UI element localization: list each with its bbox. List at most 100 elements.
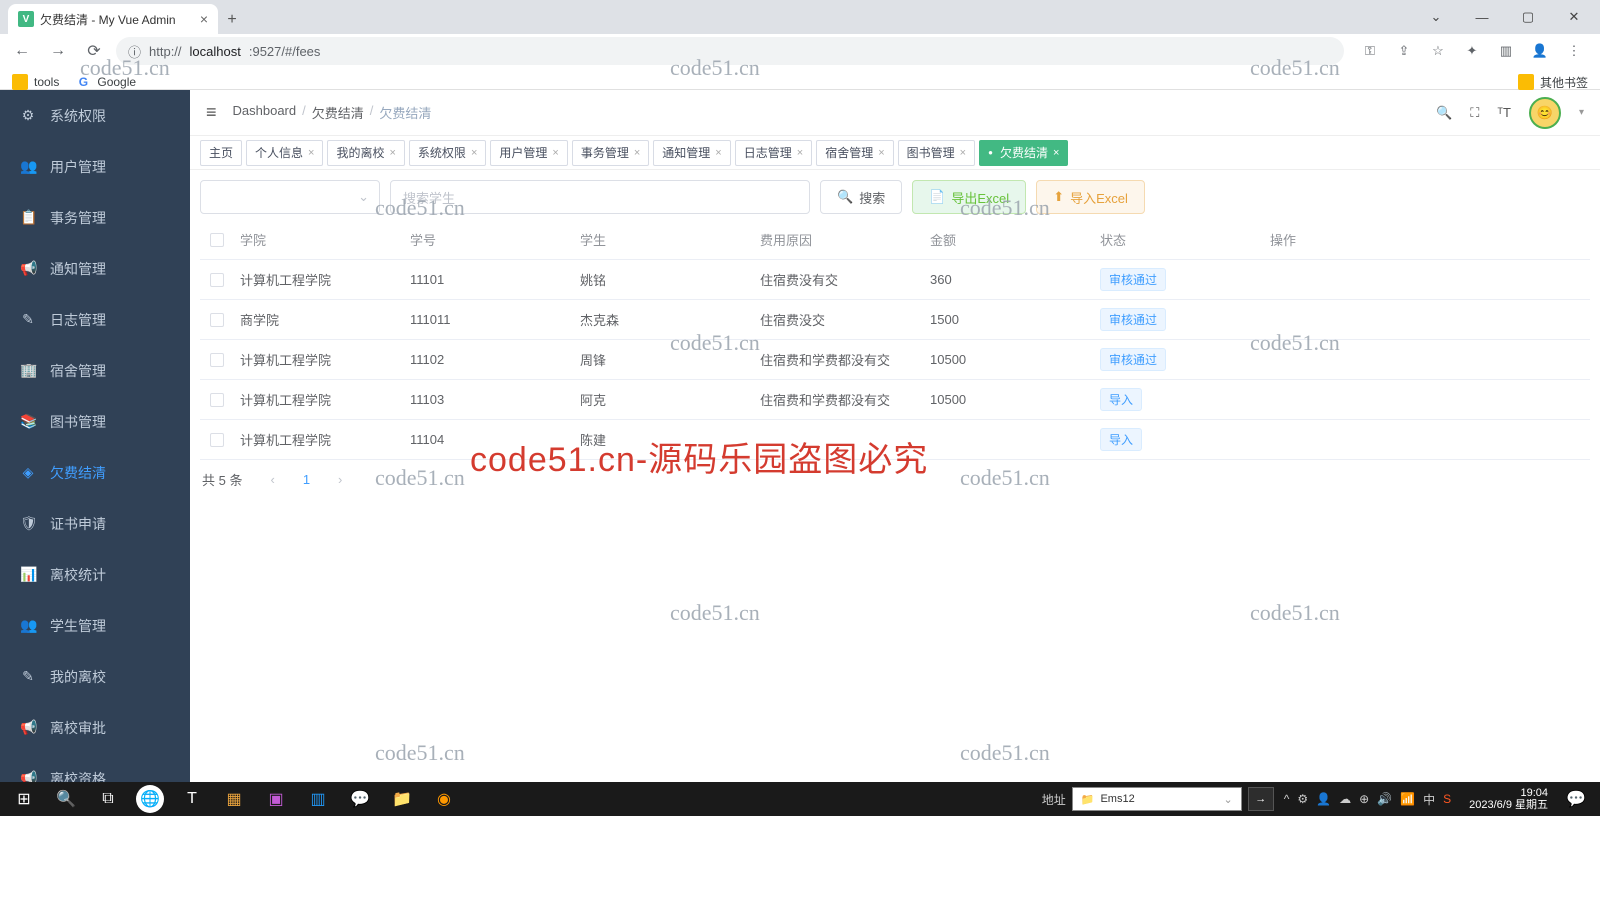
search-button[interactable]: 🔍搜索 <box>820 180 902 214</box>
hamburger-icon[interactable]: ≡ <box>206 102 217 123</box>
close-icon[interactable]: × <box>1053 147 1059 159</box>
minimize-icon[interactable]: — <box>1460 0 1504 34</box>
tray-icon[interactable]: ⚙ <box>1297 792 1308 806</box>
status-badge[interactable]: 审核通过 <box>1100 268 1166 291</box>
close-icon[interactable]: × <box>308 147 314 159</box>
taskbar-search-input[interactable]: 📁 Ems12⌄ <box>1072 787 1242 811</box>
close-icon[interactable]: × <box>552 147 558 159</box>
select-all-checkbox[interactable] <box>210 233 224 247</box>
bookmark-tools[interactable]: tools <box>12 74 59 90</box>
explorer-icon[interactable]: 📁 <box>382 782 422 816</box>
row-checkbox[interactable] <box>210 393 224 407</box>
row-checkbox[interactable] <box>210 313 224 327</box>
back-icon[interactable]: ← <box>8 37 36 65</box>
row-checkbox[interactable] <box>210 273 224 287</box>
app-icon[interactable]: ▥ <box>298 782 338 816</box>
search-icon[interactable]: 🔍 <box>46 782 86 816</box>
taskbar-go-button[interactable]: → <box>1248 787 1274 811</box>
search-input[interactable]: 搜索学生 <box>390 180 810 214</box>
status-badge[interactable]: 审核通过 <box>1100 348 1166 371</box>
bookmark-other[interactable]: 其他书签 <box>1518 74 1588 91</box>
share-icon[interactable]: ⇪ <box>1392 43 1416 59</box>
clock[interactable]: 19:04 2023/6/9 星期五 <box>1461 787 1556 811</box>
sidebar-item[interactable]: 👥学生管理 <box>0 600 190 651</box>
row-checkbox[interactable] <box>210 353 224 367</box>
sidebar-item[interactable]: 🛡证书申请 <box>0 498 190 549</box>
star-icon[interactable]: ☆ <box>1426 43 1450 59</box>
row-checkbox[interactable] <box>210 433 224 447</box>
crumb-mid[interactable]: 欠费结清 <box>312 103 364 122</box>
view-tab[interactable]: 欠费结清× <box>979 140 1068 166</box>
close-icon[interactable]: × <box>960 147 966 159</box>
college-select[interactable]: ⌄ <box>200 180 380 214</box>
reading-list-icon[interactable]: ▥ <box>1494 43 1518 59</box>
close-icon[interactable]: × <box>471 147 477 159</box>
bookmark-google[interactable]: GGoogle <box>75 74 136 90</box>
wifi-icon[interactable]: 📶 <box>1400 792 1415 806</box>
view-tab[interactable]: 我的离校× <box>327 140 404 166</box>
notifications-icon[interactable]: 💬 <box>1556 782 1596 816</box>
tray-icon[interactable]: ☁ <box>1339 792 1351 806</box>
status-badge[interactable]: 审核通过 <box>1100 308 1166 331</box>
task-view-icon[interactable]: ⧉ <box>88 782 128 816</box>
view-tab[interactable]: 用户管理× <box>490 140 567 166</box>
fullscreen-icon[interactable]: ⛶ <box>1470 105 1479 121</box>
close-window-icon[interactable]: ✕ <box>1552 0 1596 34</box>
view-tab[interactable]: 主页 <box>200 140 242 166</box>
close-icon[interactable]: × <box>715 147 721 159</box>
sidebar-item[interactable]: 🏢宿舍管理 <box>0 345 190 396</box>
import-excel-button[interactable]: ⬆导入Excel <box>1036 180 1145 214</box>
sidebar-item[interactable]: ✎日志管理 <box>0 294 190 345</box>
forward-icon[interactable]: → <box>44 37 72 65</box>
profile-icon[interactable]: 👤 <box>1528 43 1552 59</box>
export-excel-button[interactable]: 📄导出Excel <box>912 180 1026 214</box>
view-tab[interactable]: 日志管理× <box>735 140 812 166</box>
chevron-down-icon[interactable]: ⌄ <box>1414 0 1458 34</box>
close-icon[interactable]: × <box>389 147 395 159</box>
close-icon[interactable]: × <box>634 147 640 159</box>
avatar[interactable]: 😊 <box>1529 97 1561 129</box>
view-tab[interactable]: 系统权限× <box>409 140 486 166</box>
sidebar-item[interactable]: 📊离校统计 <box>0 549 190 600</box>
tray-icon[interactable]: 👤 <box>1316 792 1331 806</box>
crumb-root[interactable]: Dashboard <box>233 103 297 122</box>
reload-icon[interactable]: ⟳ <box>80 37 108 65</box>
sidebar-item[interactable]: 📢通知管理 <box>0 243 190 294</box>
view-tab[interactable]: 图书管理× <box>898 140 975 166</box>
sidebar-item[interactable]: 📢离校审批 <box>0 702 190 753</box>
close-icon[interactable]: × <box>878 147 884 159</box>
sidebar-item[interactable]: 📚图书管理 <box>0 396 190 447</box>
chevron-down-icon[interactable]: ▾ <box>1579 107 1584 118</box>
close-icon[interactable]: × <box>797 147 803 159</box>
app-icon[interactable]: ▦ <box>214 782 254 816</box>
sidebar-item[interactable]: 📢离校资格 <box>0 753 190 782</box>
new-tab-button[interactable]: + <box>218 6 246 34</box>
sidebar-item[interactable]: 📋事务管理 <box>0 192 190 243</box>
view-tab[interactable]: 宿舍管理× <box>816 140 893 166</box>
menu-icon[interactable]: ⋮ <box>1562 43 1586 59</box>
sidebar-item[interactable]: ◈欠费结清 <box>0 447 190 498</box>
view-tab[interactable]: 通知管理× <box>653 140 730 166</box>
url-input[interactable]: ⓘ http://localhost:9527/#/fees <box>116 37 1344 65</box>
wechat-icon[interactable]: 💬 <box>340 782 380 816</box>
search-icon[interactable]: 🔍 <box>1436 105 1452 121</box>
tray-icon[interactable]: 中 <box>1423 791 1435 808</box>
app-icon[interactable]: T <box>172 782 212 816</box>
status-badge[interactable]: 导入 <box>1100 428 1142 451</box>
tray-icon[interactable]: S <box>1443 792 1451 806</box>
puzzle-icon[interactable]: ✦ <box>1460 43 1484 59</box>
volume-icon[interactable]: 🔊 <box>1377 792 1392 806</box>
view-tab[interactable]: 事务管理× <box>572 140 649 166</box>
status-badge[interactable]: 导入 <box>1100 388 1142 411</box>
tray-icon[interactable]: ⊕ <box>1359 792 1369 806</box>
chevron-up-icon[interactable]: ^ <box>1284 792 1290 806</box>
font-size-icon[interactable]: ᵀT <box>1497 105 1511 120</box>
prev-page[interactable]: ‹ <box>262 472 282 487</box>
maximize-icon[interactable]: ▢ <box>1506 0 1550 34</box>
view-tab[interactable]: 个人信息× <box>246 140 323 166</box>
next-page[interactable]: › <box>330 472 350 487</box>
app-icon[interactable]: ◉ <box>424 782 464 816</box>
sidebar-item[interactable]: ✎我的离校 <box>0 651 190 702</box>
key-icon[interactable]: ⚿ <box>1358 43 1382 59</box>
start-button[interactable]: ⊞ <box>4 782 44 816</box>
